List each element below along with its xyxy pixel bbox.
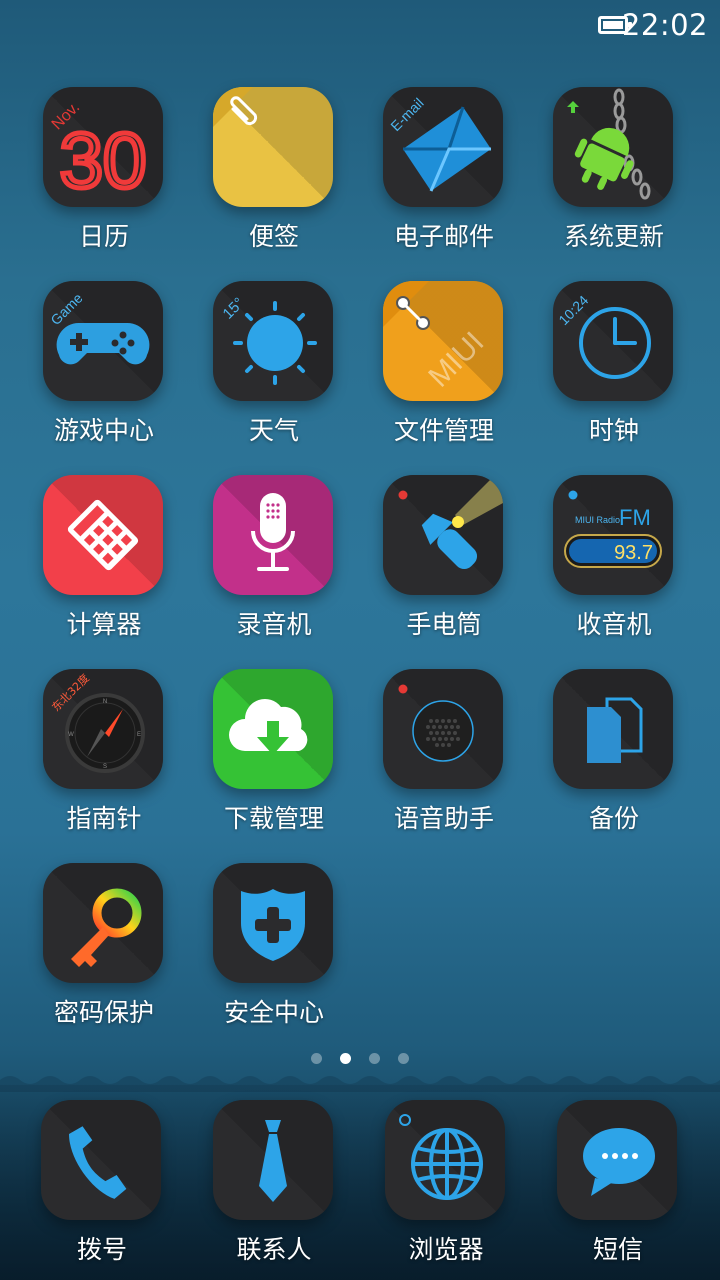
email-badge: E-mail [387,95,426,134]
app-label: 收音机 [576,610,652,639]
calculator-icon [43,475,163,595]
app-updater[interactable]: 系统更新 [529,87,699,267]
app-security[interactable]: 安全中心 [189,863,359,1043]
app-calculator[interactable]: 计算器 [19,475,189,655]
calendar-icon: Nov. 30 [43,87,163,207]
radio-brand: MIUI Radio [575,515,620,525]
dock-dialer[interactable]: 拨号 [17,1100,187,1280]
app-recorder[interactable]: 录音机 [189,475,359,655]
app-downloads[interactable]: 下载管理 [189,669,359,849]
app-label: 安全中心 [223,998,324,1027]
sun-icon: 15° [213,281,333,401]
app-voice-assistant[interactable]: 语音助手 [359,669,529,849]
radio-band: FM [619,505,651,530]
app-label: 系统更新 [563,222,664,251]
cloud-download-icon [213,669,333,789]
app-label: 联系人 [236,1235,312,1264]
app-label: 下载管理 [223,804,324,833]
app-compass[interactable]: 东北32度 N E S W 指南针 [19,669,189,849]
documents-icon [553,669,673,789]
app-notes[interactable]: 便签 [189,87,359,267]
app-backup[interactable]: 备份 [529,669,699,849]
notes-icon [213,87,333,207]
folder-icon: MIUI [383,281,503,401]
page-dot[interactable] [311,1053,322,1064]
app-password[interactable]: 密码保护 [19,863,189,1043]
compass-icon: 东北32度 N E S W [43,669,163,789]
page-dot[interactable] [369,1053,380,1064]
svg-text:W: W [68,732,74,738]
email-icon: E-mail [383,87,503,207]
app-label: 电子邮件 [393,222,494,251]
files-watermark: MIUI [422,326,490,394]
gamepad-icon: Game [43,281,163,401]
app-label: 拨号 [76,1235,127,1264]
android-update-icon [553,87,673,207]
app-flashlight[interactable]: 手电筒 [359,475,529,655]
app-label: 指南针 [66,804,142,833]
app-label: 密码保护 [53,998,154,1027]
app-clock[interactable]: 10:24 时钟 [529,281,699,461]
shield-icon [213,863,333,983]
app-label: 日历 [78,222,129,251]
dock-messages[interactable]: 短信 [533,1100,703,1280]
speaker-icon [383,669,503,789]
page-dot-active[interactable] [340,1053,351,1064]
app-label: 时钟 [588,416,639,445]
status-time: 22:02 [621,8,708,42]
svg-text:N: N [103,699,107,705]
app-weather[interactable]: 15° 天气 [189,281,359,461]
flashlight-icon [383,475,503,595]
app-label: 录音机 [236,610,312,639]
dock-browser[interactable]: 浏览器 [361,1100,531,1280]
app-label: 游戏中心 [53,416,154,445]
weather-badge: 15° [220,294,248,322]
radio-frequency: 93.7 [614,542,653,564]
page-dot[interactable] [398,1053,409,1064]
app-label: 便签 [248,222,299,251]
app-game-center[interactable]: Game 游戏中心 [19,281,189,461]
svg-text:E: E [137,732,141,738]
app-label: 文件管理 [393,416,494,445]
app-email[interactable]: E-mail 电子邮件 [359,87,529,267]
app-label: 天气 [248,416,299,445]
phone-icon [41,1100,161,1220]
app-label: 浏览器 [408,1235,484,1264]
calendar-day: 30 [60,116,147,204]
clock-icon: 10:24 [553,281,673,401]
app-calendar[interactable]: Nov. 30 日历 [19,87,189,267]
app-label: 手电筒 [406,610,482,639]
app-label: 备份 [588,804,639,833]
app-label: 短信 [592,1235,643,1264]
app-file-manager[interactable]: MIUI 文件管理 [359,281,529,461]
chat-bubble-icon [557,1100,677,1220]
status-bar: 22:02 [0,0,720,54]
svg-text:S: S [103,764,107,770]
app-radio[interactable]: MIUI Radio FM 93.7 收音机 [529,475,699,655]
game-badge: Game [47,290,85,328]
app-label: 语音助手 [393,804,494,833]
globe-icon [385,1100,505,1220]
radio-icon: MIUI Radio FM 93.7 [553,475,673,595]
dock-contacts[interactable]: 联系人 [189,1100,359,1280]
tie-icon [213,1100,333,1220]
microphone-icon [213,475,333,595]
app-label: 计算器 [66,610,142,639]
page-indicator[interactable] [0,1048,720,1064]
key-icon [43,863,163,983]
